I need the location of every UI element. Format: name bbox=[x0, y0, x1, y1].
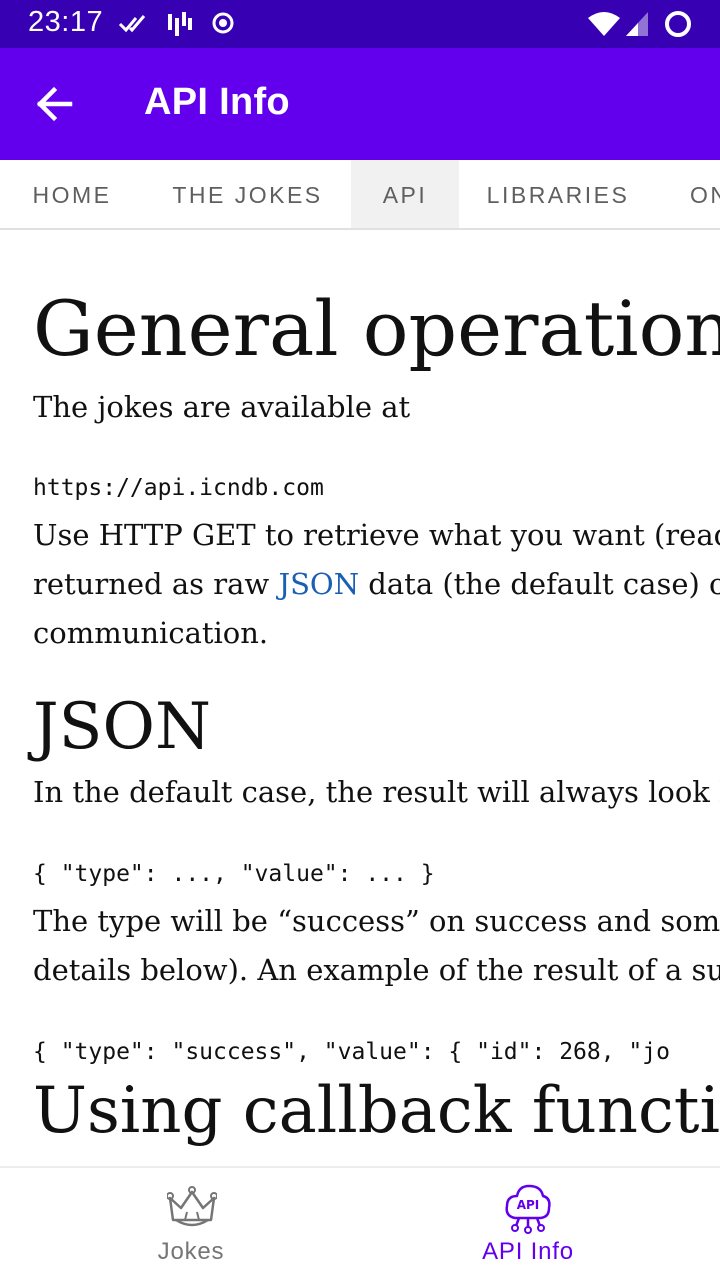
signal-bars-icon bbox=[168, 12, 192, 36]
app-title: API Info bbox=[144, 81, 290, 123]
tab-on[interactable]: ON bbox=[657, 160, 720, 228]
api-info-webview[interactable]: General operation The jokes are availabl… bbox=[0, 230, 720, 1166]
nav-label-api-info: API Info bbox=[482, 1238, 574, 1265]
heading-general-operation: General operation bbox=[33, 284, 720, 373]
paragraph-use-line-3: communication. bbox=[33, 616, 269, 650]
json-link[interactable]: JSON bbox=[278, 567, 359, 601]
paragraph-type-line-1: The type will be “success” on success an… bbox=[33, 904, 720, 938]
heading-json: JSON bbox=[33, 690, 211, 764]
tab-libraries[interactable]: LIBRARIES bbox=[459, 160, 657, 228]
paragraph-use-line-2: returned as raw JSON data (the default c… bbox=[33, 567, 720, 601]
tab-bar: HOME THE JOKES API LIBRARIES ON bbox=[0, 160, 720, 230]
code-example: { "type": "success", "value": { "id": 26… bbox=[33, 1039, 670, 1065]
svg-text:API: API bbox=[517, 1198, 540, 1212]
tab-api[interactable]: API bbox=[351, 160, 459, 228]
api-cloud-icon: API bbox=[505, 1184, 551, 1234]
code-url: https://api.icndb.com bbox=[33, 475, 324, 501]
paragraph-use-line-1: Use HTTP GET to retrieve what you want (… bbox=[33, 518, 720, 552]
wifi-icon bbox=[588, 12, 620, 36]
app-bar: API Info bbox=[0, 48, 720, 160]
double-check-icon bbox=[118, 15, 146, 33]
paragraph-use-text-b: data (the default case) or bbox=[359, 567, 720, 601]
status-bar: 23:17 bbox=[0, 0, 720, 48]
arrow-left-icon[interactable] bbox=[26, 76, 84, 132]
nav-item-api-info[interactable]: API API Info bbox=[348, 1168, 708, 1282]
paragraph-default: In the default case, the result will alw… bbox=[33, 775, 720, 809]
nav-item-jokes[interactable]: Jokes bbox=[11, 1168, 371, 1282]
status-time: 23:17 bbox=[28, 6, 104, 38]
heading-using-callback: Using callback function bbox=[33, 1074, 720, 1148]
code-shape: { "type": ..., "value": ... } bbox=[33, 861, 435, 887]
paragraph-type-line-2: details below). An example of the result… bbox=[33, 953, 720, 987]
crown-icon bbox=[167, 1186, 217, 1227]
cell-signal-icon bbox=[626, 12, 648, 36]
bottom-navigation: Jokes API API Info bbox=[0, 1166, 720, 1282]
nav-label-jokes: Jokes bbox=[157, 1238, 225, 1265]
tab-the-jokes[interactable]: THE JOKES bbox=[144, 160, 351, 228]
loading-circle-icon bbox=[665, 11, 691, 37]
paragraph-use-text-a: returned as raw bbox=[33, 567, 279, 601]
paragraph-available: The jokes are available at bbox=[33, 390, 411, 424]
tab-home[interactable]: HOME bbox=[0, 160, 144, 228]
record-icon bbox=[212, 12, 234, 34]
